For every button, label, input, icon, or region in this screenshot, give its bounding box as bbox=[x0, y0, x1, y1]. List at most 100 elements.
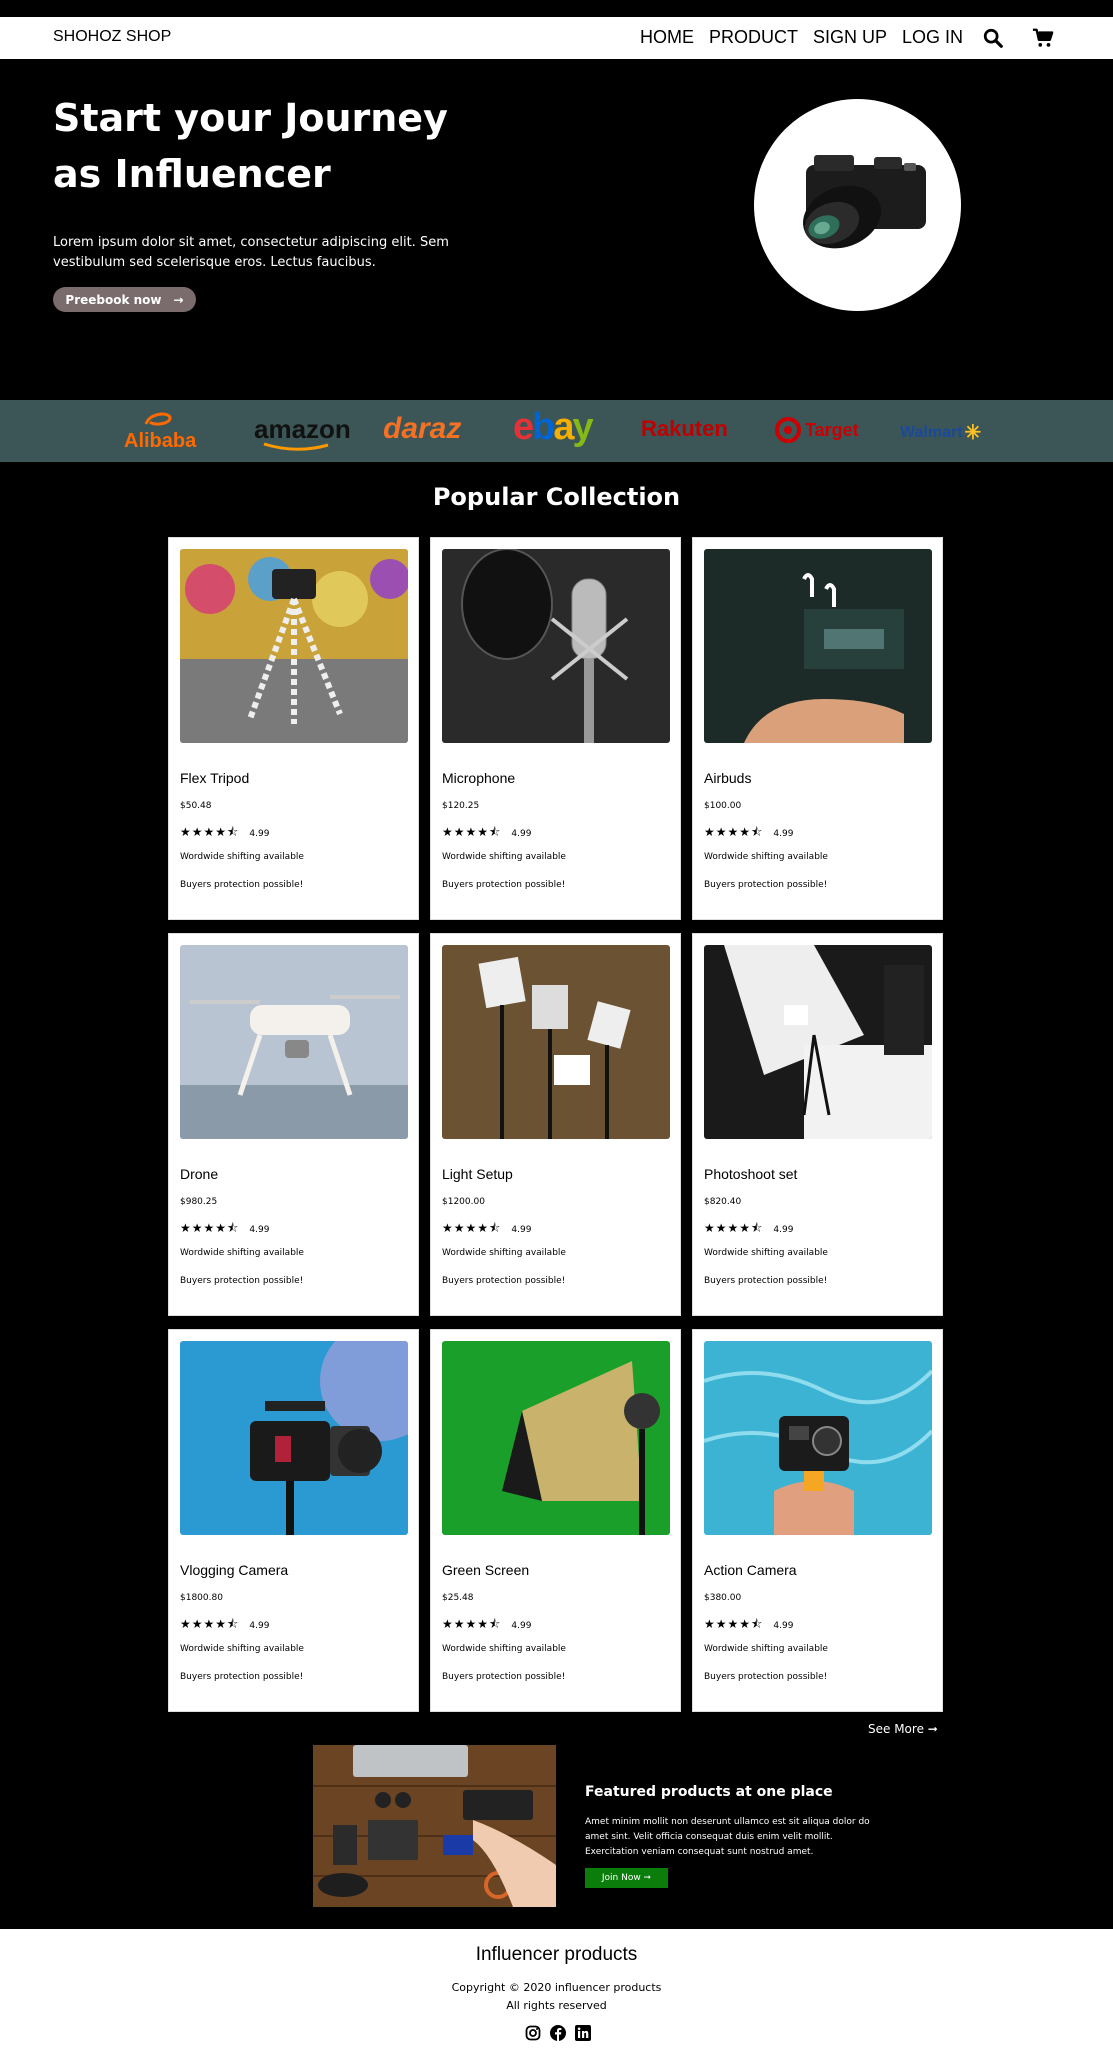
product-image-action-camera[interactable] bbox=[704, 1341, 932, 1535]
product-rating: ★★★★⯪ 4.99 bbox=[704, 823, 793, 844]
product-name[interactable]: Action Camera bbox=[704, 1562, 797, 1578]
star-rating-icon: ★★★★⯪ bbox=[704, 1617, 764, 1631]
product-card-action-camera[interactable]: Action Camera $380.00 ★★★★⯪ 4.99 Wordwid… bbox=[692, 1329, 943, 1712]
product-name[interactable]: Light Setup bbox=[442, 1166, 513, 1182]
star-rating-icon: ★★★★⯪ bbox=[704, 1221, 764, 1235]
alibaba-icon bbox=[144, 412, 172, 426]
product-name[interactable]: Photoshoot set bbox=[704, 1166, 797, 1182]
brand-logo-alibaba: Alibaba bbox=[124, 410, 196, 453]
buyer-protection-info: Buyers protection possible! bbox=[180, 1276, 304, 1286]
shipping-info: Wordwide shifting available bbox=[704, 1248, 828, 1258]
buyer-protection-info: Buyers protection possible! bbox=[180, 880, 304, 890]
hero-title: Start your Journey as Influencer bbox=[53, 96, 448, 196]
product-image-drone[interactable] bbox=[180, 945, 408, 1139]
buyer-protection-info: Buyers protection possible! bbox=[704, 1276, 828, 1286]
featured-title: Featured products at one place bbox=[585, 1784, 833, 1800]
brand-logo-target: Target bbox=[775, 417, 859, 443]
product-card-drone[interactable]: Drone $980.25 ★★★★⯪ 4.99 Wordwide shifti… bbox=[168, 933, 419, 1316]
product-price: $1200.00 bbox=[442, 1197, 485, 1207]
star-rating-icon: ★★★★⯪ bbox=[180, 1617, 240, 1631]
rating-value: 4.99 bbox=[511, 1224, 532, 1235]
camera-icon bbox=[803, 155, 926, 249]
nav-link-sign-up[interactable]: SIGN UP bbox=[813, 27, 887, 48]
product-image-flex-tripod[interactable] bbox=[180, 549, 408, 743]
top-navbar: SHOHOZ SHOP HOME PRODUCT SIGN UP LOG IN bbox=[0, 17, 1113, 59]
rating-value: 4.99 bbox=[249, 1620, 270, 1631]
see-more-link[interactable]: See More ➞ bbox=[868, 1722, 938, 1736]
buyer-protection-info: Buyers protection possible! bbox=[704, 880, 828, 890]
rating-value: 4.99 bbox=[773, 1224, 794, 1235]
buyer-protection-info: Buyers protection possible! bbox=[442, 1276, 566, 1286]
brand-logo-text[interactable]: SHOHOZ SHOP bbox=[53, 28, 171, 46]
preebook-now-button[interactable]: Preebook now → bbox=[53, 287, 196, 312]
product-rating: ★★★★⯪ 4.99 bbox=[442, 1219, 531, 1240]
star-rating-icon: ★★★★⯪ bbox=[180, 1221, 240, 1235]
footer-rights: All rights reserved bbox=[506, 1999, 607, 2012]
product-image-photoshoot-set[interactable] bbox=[704, 945, 932, 1139]
product-card-green-screen[interactable]: Green Screen $25.48 ★★★★⯪ 4.99 Wordwide … bbox=[430, 1329, 681, 1712]
product-image-airbuds[interactable] bbox=[704, 549, 932, 743]
product-rating: ★★★★⯪ 4.99 bbox=[704, 1219, 793, 1240]
star-rating-icon: ★★★★⯪ bbox=[442, 1617, 502, 1631]
product-image-vlogging-camera[interactable] bbox=[180, 1341, 408, 1535]
brand-logo-rakuten: Rakuten bbox=[641, 416, 728, 441]
linkedin-icon[interactable] bbox=[575, 2025, 591, 2041]
product-card-flex-tripod[interactable]: Flex Tripod $50.48 ★★★★⯪ 4.99 Wordwide s… bbox=[168, 537, 419, 920]
product-card-light-setup[interactable]: Light Setup $1200.00 ★★★★⯪ 4.99 Wordwide… bbox=[430, 933, 681, 1316]
product-price: $820.40 bbox=[704, 1197, 742, 1207]
product-card-vlogging-camera[interactable]: Vlogging Camera $1800.80 ★★★★⯪ 4.99 Word… bbox=[168, 1329, 419, 1712]
buyer-protection-info: Buyers protection possible! bbox=[442, 880, 566, 890]
popular-collection-title: Popular Collection bbox=[432, 483, 681, 511]
buyer-protection-info: Buyers protection possible! bbox=[442, 1672, 566, 1682]
brand-logo-ebay: ebay bbox=[513, 406, 594, 448]
social-links bbox=[525, 2025, 591, 2041]
search-icon[interactable] bbox=[982, 27, 1004, 49]
buyer-protection-info: Buyers protection possible! bbox=[180, 1672, 304, 1682]
product-name[interactable]: Drone bbox=[180, 1166, 218, 1182]
nav-link-home[interactable]: HOME bbox=[640, 27, 694, 48]
hero-camera-image bbox=[754, 99, 961, 311]
product-image-green-screen[interactable] bbox=[442, 1341, 670, 1535]
facebook-icon[interactable] bbox=[550, 2025, 566, 2041]
nav-link-product[interactable]: PRODUCT bbox=[709, 27, 798, 48]
product-rating: ★★★★⯪ 4.99 bbox=[442, 823, 531, 844]
product-card-microphone[interactable]: Microphone $120.25 ★★★★⯪ 4.99 Wordwide s… bbox=[430, 537, 681, 920]
amazon-smile-icon bbox=[263, 442, 329, 451]
product-price: $980.25 bbox=[180, 1197, 218, 1207]
partner-brands-strip: Alibaba amazon daraz ebay Rakuten Target… bbox=[0, 400, 1113, 462]
footer-title: Influencer products bbox=[475, 1944, 638, 1965]
rating-value: 4.99 bbox=[773, 1620, 794, 1631]
shopping-cart-icon[interactable] bbox=[1032, 27, 1054, 49]
buyer-protection-info: Buyers protection possible! bbox=[704, 1672, 828, 1682]
product-image-microphone[interactable] bbox=[442, 549, 670, 743]
rating-value: 4.99 bbox=[511, 1620, 532, 1631]
product-price: $25.48 bbox=[442, 1593, 474, 1603]
shipping-info: Wordwide shifting available bbox=[442, 1644, 566, 1654]
product-name[interactable]: Airbuds bbox=[704, 770, 751, 786]
shipping-info: Wordwide shifting available bbox=[704, 1644, 828, 1654]
product-name[interactable]: Flex Tripod bbox=[180, 770, 249, 786]
nav-link-log-in[interactable]: LOG IN bbox=[902, 27, 963, 48]
product-price: $100.00 bbox=[704, 801, 742, 811]
shipping-info: Wordwide shifting available bbox=[442, 852, 566, 862]
product-image-light-setup[interactable] bbox=[442, 945, 670, 1139]
brand-logo-amazon: amazon bbox=[254, 414, 351, 451]
star-rating-icon: ★★★★⯪ bbox=[442, 825, 502, 839]
product-name[interactable]: Microphone bbox=[442, 770, 515, 786]
instagram-icon[interactable] bbox=[525, 2025, 541, 2041]
product-name[interactable]: Green Screen bbox=[442, 1562, 529, 1578]
product-card-airbuds[interactable]: Airbuds $100.00 ★★★★⯪ 4.99 Wordwide shif… bbox=[692, 537, 943, 920]
product-name[interactable]: Vlogging Camera bbox=[180, 1562, 288, 1578]
nav-links: HOME PRODUCT SIGN UP LOG IN bbox=[640, 27, 963, 48]
product-price: $1800.80 bbox=[180, 1593, 223, 1603]
hero-description: Lorem ipsum dolor sit amet, consectetur … bbox=[53, 235, 449, 270]
product-card-photoshoot-set[interactable]: Photoshoot set $820.40 ★★★★⯪ 4.99 Wordwi… bbox=[692, 933, 943, 1316]
shipping-info: Wordwide shifting available bbox=[180, 852, 304, 862]
walmart-spark-icon: ✳ bbox=[964, 422, 982, 444]
product-rating: ★★★★⯪ 4.99 bbox=[180, 823, 269, 844]
rating-value: 4.99 bbox=[511, 828, 532, 839]
shipping-info: Wordwide shifting available bbox=[704, 852, 828, 862]
rating-value: 4.99 bbox=[773, 828, 794, 839]
featured-products-image bbox=[313, 1745, 556, 1907]
join-now-button[interactable]: Join Now ➞ bbox=[585, 1868, 668, 1888]
